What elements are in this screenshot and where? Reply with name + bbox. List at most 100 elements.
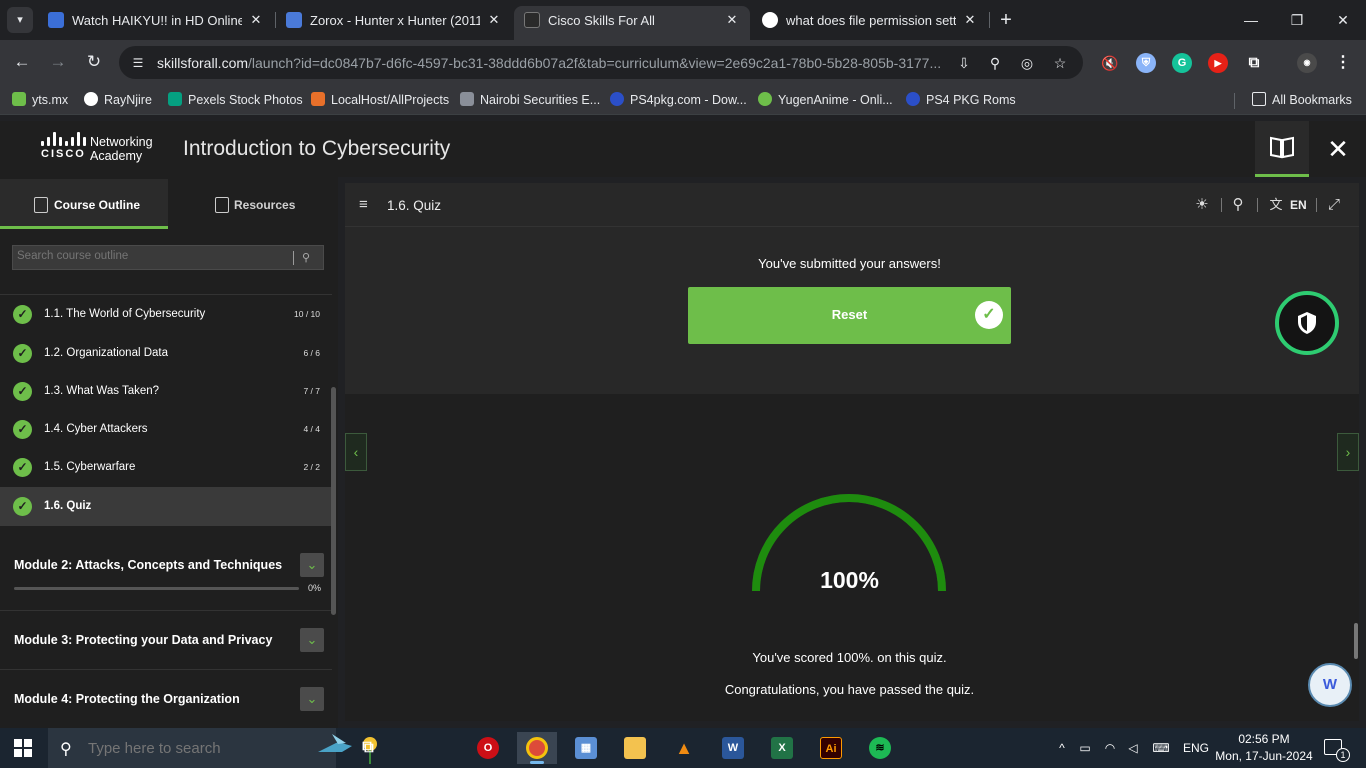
- chevron-down-icon[interactable]: ⌄: [300, 553, 324, 577]
- topic-item[interactable]: ✓ 1.1. The World of Cybersecurity 10 / 1…: [0, 295, 332, 334]
- shield-badge[interactable]: [1275, 291, 1339, 355]
- bookmark-item[interactable]: Pexels Stock Photos: [168, 92, 303, 108]
- wifi-icon[interactable]: ◠: [1102, 740, 1118, 756]
- language-selector[interactable]: EN: [1290, 198, 1307, 212]
- browser-tab[interactable]: Zorox - Hunter x Hunter (2011) ✕: [276, 6, 512, 34]
- assistant-logo-icon: W: [1322, 676, 1338, 693]
- tracking-protection-icon[interactable]: ◎: [1018, 54, 1036, 72]
- excel-icon[interactable]: X: [762, 732, 802, 764]
- close-tab-icon[interactable]: ✕: [486, 12, 502, 28]
- next-arrow-icon[interactable]: ›: [1337, 433, 1359, 471]
- bookmark-item[interactable]: LocalHost/AllProjects: [311, 92, 449, 108]
- clock-time[interactable]: 02:56 PM: [1216, 732, 1312, 746]
- sidebar-scrollbar[interactable]: [331, 387, 336, 615]
- notification-count-badge: 1: [1336, 748, 1350, 762]
- bookmark-item[interactable]: Nairobi Securities E...: [460, 92, 600, 108]
- close-window-icon[interactable]: ✕: [1333, 10, 1353, 30]
- browser-tab[interactable]: Watch HAIKYU!! in HD Online for ✕: [38, 6, 274, 34]
- topic-item[interactable]: ✓ 1.4. Cyber Attackers 4 / 4: [0, 410, 332, 449]
- assistant-bubble[interactable]: W: [1308, 663, 1352, 707]
- check-circle-icon: ✓: [13, 305, 32, 324]
- bookmark-item[interactable]: PS4pkg.com - Dow...: [610, 92, 747, 108]
- shield-icon: [1298, 312, 1316, 334]
- minimize-window-icon[interactable]: —: [1241, 10, 1261, 30]
- illustrator-icon[interactable]: Ai: [811, 732, 851, 764]
- volume-icon[interactable]: ◁: [1125, 740, 1141, 756]
- chevron-down-icon[interactable]: ⌄: [300, 628, 324, 652]
- shield-extension-icon[interactable]: ⛨: [1136, 53, 1156, 73]
- collapse-menu-icon[interactable]: ≡: [359, 196, 377, 214]
- tab-resources[interactable]: Resources: [170, 179, 338, 229]
- topic-item[interactable]: ✓ 1.2. Organizational Data 6 / 6: [0, 334, 332, 373]
- course-title: Introduction to Cybersecurity: [183, 137, 451, 160]
- zoom-icon[interactable]: ⚲: [986, 54, 1004, 72]
- content-scrollbar[interactable]: [1354, 623, 1358, 659]
- topic-name: 1.6. Quiz: [44, 500, 92, 512]
- course-outline-toggle[interactable]: [1255, 121, 1309, 177]
- bookmark-item[interactable]: PS4 PKG Roms: [906, 92, 1016, 108]
- reload-icon[interactable]: ↻: [82, 50, 106, 74]
- close-course-icon[interactable]: ✕: [1318, 134, 1358, 164]
- spotify-icon[interactable]: ≋: [860, 732, 900, 764]
- bookmark-label: RayNjire: [104, 93, 152, 107]
- all-bookmarks-folder[interactable]: All Bookmarks: [1252, 92, 1352, 108]
- topic-item[interactable]: ✓ 1.5. Cyberwarfare 2 / 2: [0, 448, 332, 487]
- clock-date[interactable]: Mon, 17-Jun-2024: [1212, 749, 1316, 763]
- topic-count: 7 / 7: [303, 386, 320, 396]
- browser-tab-active[interactable]: Cisco Skills For All ✕: [514, 6, 750, 40]
- forward-icon[interactable]: →: [46, 50, 70, 74]
- folder-icon[interactable]: [615, 732, 655, 764]
- mute-tab-icon[interactable]: 🔇: [1100, 53, 1120, 73]
- back-icon[interactable]: ←: [10, 50, 34, 74]
- close-tab-icon[interactable]: ✕: [962, 12, 978, 28]
- topic-item[interactable]: ✓ 1.3. What Was Taken? 7 / 7: [0, 372, 332, 411]
- keyboard-icon[interactable]: ⌨: [1150, 740, 1172, 756]
- video-extension-icon[interactable]: ▶: [1208, 53, 1228, 73]
- input-language[interactable]: ENG: [1183, 741, 1209, 755]
- reset-button[interactable]: Reset ✓: [688, 287, 1011, 344]
- vlc-icon[interactable]: ▲: [664, 732, 704, 764]
- browser-menu-icon[interactable]: ⋮: [1333, 53, 1353, 73]
- profile-avatar[interactable]: ◉: [1297, 53, 1317, 73]
- previous-arrow-icon[interactable]: ‹: [345, 433, 367, 471]
- bookmark-label: Nairobi Securities E...: [480, 93, 601, 107]
- chrome-icon[interactable]: [517, 732, 557, 764]
- install-app-icon[interactable]: ⇩: [955, 54, 973, 72]
- tab-search-button[interactable]: ▾: [7, 7, 33, 33]
- translate-icon[interactable]: 文: [1267, 196, 1285, 214]
- windows-start-icon[interactable]: [14, 739, 32, 757]
- bookmark-label: yts.mx: [32, 93, 69, 107]
- bookmark-item[interactable]: yts.mx: [12, 92, 68, 108]
- content-toolbar: ≡ 1.6. Quiz ☀ ⚲ 文 EN ⤢: [345, 183, 1359, 227]
- close-tab-icon[interactable]: ✕: [724, 12, 740, 28]
- word-icon[interactable]: W: [713, 732, 753, 764]
- chevron-down-icon[interactable]: ⌄: [300, 687, 324, 711]
- bookmark-star-icon[interactable]: ☆: [1051, 54, 1069, 72]
- search-outline-input[interactable]: [17, 250, 287, 262]
- search-icon[interactable]: ⚲: [1229, 196, 1247, 214]
- task-view-icon[interactable]: ⧉: [348, 732, 388, 764]
- file-explorer-app-icon[interactable]: ▦: [566, 732, 606, 764]
- site-info-icon[interactable]: ☰: [129, 54, 147, 72]
- taskbar-search-input[interactable]: [88, 740, 258, 757]
- bookmark-item[interactable]: YugenAnime - Onli...: [758, 92, 893, 108]
- restore-window-icon[interactable]: ❐: [1287, 10, 1307, 30]
- url-text[interactable]: skillsforall.com/launch?id=dc0847b7-d6fc…: [157, 55, 949, 71]
- fullscreen-icon[interactable]: ⤢: [1325, 196, 1343, 214]
- close-tab-icon[interactable]: ✕: [248, 12, 264, 28]
- course-sidebar: Course Outline Resources ⚲ ✓ 1.1. The Wo…: [0, 177, 338, 728]
- new-tab-button[interactable]: +: [994, 9, 1018, 33]
- browser-tab[interactable]: what does file permission settin ✕: [752, 6, 988, 34]
- grammarly-icon[interactable]: G: [1172, 53, 1192, 73]
- extensions-puzzle-icon[interactable]: ⧉: [1244, 53, 1264, 73]
- score-percent: 100%: [820, 567, 879, 593]
- tab-course-outline[interactable]: Course Outline: [0, 179, 168, 229]
- brightness-icon[interactable]: ☀: [1193, 196, 1211, 214]
- opera-icon[interactable]: O: [468, 732, 508, 764]
- address-bar[interactable]: ☰ skillsforall.com/launch?id=dc0847b7-d6…: [119, 46, 1083, 79]
- bookmark-item[interactable]: RayNjire: [84, 92, 152, 108]
- show-hidden-icons-icon[interactable]: ^: [1054, 740, 1070, 756]
- battery-icon[interactable]: ▭: [1077, 740, 1093, 756]
- search-icon[interactable]: ⚲: [302, 251, 316, 265]
- topic-item-active[interactable]: ✓ 1.6. Quiz: [0, 487, 332, 526]
